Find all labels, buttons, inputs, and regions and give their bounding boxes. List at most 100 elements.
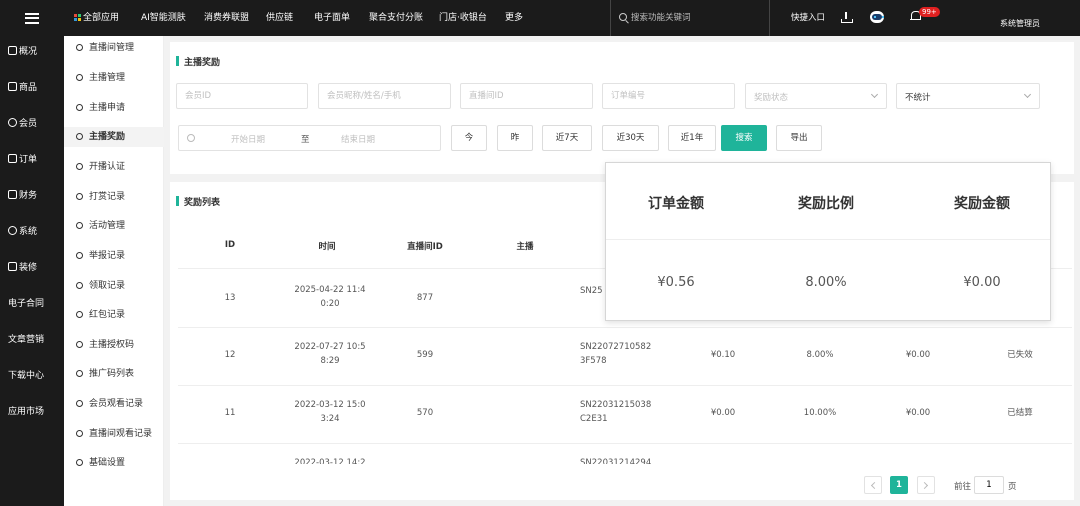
cell-status: 已失效 <box>1007 350 1033 360</box>
cell-room-id: 877 <box>416 293 434 303</box>
top-bar: 全部应用 AI智能测肤 消费券联盟 供应链 电子面单 聚合支付分账 门店·收银台… <box>0 0 1080 36</box>
table-row: 2022-03-12 14:2 SN22031214294 <box>170 452 1074 464</box>
sidebar-item-orders[interactable]: 订单 <box>0 150 64 170</box>
submenu-item[interactable]: 主播管理 <box>64 68 164 88</box>
cell-order-no: SN22031215038 C2E31 <box>580 400 652 424</box>
nav-ai-skin[interactable]: AI智能测肤 <box>141 0 186 36</box>
submenu-item[interactable]: 举报记录 <box>64 246 164 266</box>
circle-icon <box>76 222 83 229</box>
circle-icon <box>76 400 83 407</box>
column-header-time: 时间 <box>318 242 336 252</box>
nav-more[interactable]: 更多 <box>505 0 523 36</box>
member-name-field[interactable] <box>318 83 451 109</box>
sidebar-item-e-contract[interactable]: 电子合同 <box>0 294 64 314</box>
stat-value-reward-ratio: 8.00% <box>805 275 847 290</box>
goto-page-field[interactable] <box>974 476 1004 494</box>
clock-icon <box>187 134 195 142</box>
brush-icon <box>8 262 17 271</box>
cell-time: 2022-03-12 14:2 <box>294 458 366 464</box>
sidebar-item-system[interactable]: 系统 <box>0 222 64 242</box>
submenu-item[interactable]: 活动管理 <box>64 216 164 236</box>
circle-icon <box>76 44 83 51</box>
circle-icon <box>76 74 83 81</box>
last-30-days-button[interactable]: 近30天 <box>602 125 659 151</box>
goto-page-input[interactable] <box>975 477 1003 493</box>
stat-value-order-amount: ¥0.56 <box>657 275 695 290</box>
submenu-item[interactable]: 基础设置 <box>64 453 164 473</box>
stat-select[interactable]: 不统计 <box>896 83 1040 109</box>
cell-order-no: SN22031214294 <box>580 458 652 464</box>
date-range-picker[interactable]: 开始日期 至 结束日期 <box>178 125 441 151</box>
sidebar-item-article-marketing[interactable]: 文章营销 <box>0 330 64 350</box>
export-button[interactable]: 导出 <box>776 125 822 151</box>
sidebar-item-overview[interactable]: 概况 <box>0 42 64 62</box>
start-date-placeholder: 开始日期 <box>231 135 266 145</box>
submenu-item[interactable]: 主播申请 <box>64 98 164 118</box>
sidebar-item-download-center[interactable]: 下载中心 <box>0 366 64 386</box>
stats-popup: 订单金额 奖励比例 奖励金额 ¥0.56 8.00% ¥0.00 <box>605 162 1051 321</box>
current-page[interactable]: 1 <box>890 476 908 494</box>
submenu-item[interactable]: 红包记录 <box>64 305 164 325</box>
nav-store-cashier[interactable]: 门店·收银台 <box>439 0 487 36</box>
popup-divider <box>606 239 1050 240</box>
circle-icon <box>76 252 83 259</box>
sidebar-item-decorate[interactable]: 装修 <box>0 258 64 278</box>
member-id-field[interactable] <box>176 83 308 109</box>
cell-time: 2022-03-12 15:0 3:24 <box>294 400 366 424</box>
goto-label: 前往 <box>954 482 972 492</box>
search-input[interactable] <box>631 10 761 26</box>
submenu-item[interactable]: 打赏记录 <box>64 187 164 207</box>
sidebar-item-members[interactable]: 会员 <box>0 114 64 134</box>
sidebar-item-goods[interactable]: 商品 <box>0 78 64 98</box>
cell-status: 已结算 <box>1007 408 1033 418</box>
prev-page-button[interactable] <box>864 476 882 494</box>
download-icon[interactable] <box>841 12 853 23</box>
sidebar-item-app-market[interactable]: 应用市场 <box>0 402 64 422</box>
submenu-item[interactable]: 直播间管理 <box>64 38 164 58</box>
today-button[interactable]: 今 <box>451 125 487 151</box>
quick-entry-link[interactable]: 快捷入口 <box>791 0 825 36</box>
page-suffix: 页 <box>1008 482 1017 492</box>
nav-e-waybill[interactable]: 电子面单 <box>314 0 350 36</box>
submenu-item[interactable]: 主播授权码 <box>64 335 164 355</box>
submenu-item-active[interactable]: 主播奖励 <box>64 127 164 147</box>
order-no-field[interactable] <box>602 83 735 109</box>
reward-status-placeholder: 奖励状态 <box>754 93 789 103</box>
robot-icon[interactable] <box>870 11 884 23</box>
user-role[interactable]: 系统管理员 <box>1000 18 1040 29</box>
submenu-item[interactable]: 直播间观看记录 <box>64 424 164 444</box>
chevron-down-icon <box>870 90 879 99</box>
reward-status-select[interactable]: 奖励状态 <box>745 83 887 109</box>
submenu-item[interactable]: 会员观看记录 <box>64 394 164 414</box>
nav-all-apps[interactable]: 全部应用 <box>74 0 119 36</box>
dashboard-icon <box>8 46 17 55</box>
circle-icon <box>76 430 83 437</box>
cell-id: 11 <box>224 408 236 418</box>
nav-coupon-alliance[interactable]: 消费券联盟 <box>204 0 249 36</box>
member-id-input[interactable] <box>177 84 307 108</box>
user-icon <box>8 118 17 127</box>
last-1-year-button[interactable]: 近1年 <box>668 125 716 151</box>
chevron-left-icon <box>870 481 879 490</box>
submenu-item[interactable]: 推广码列表 <box>64 364 164 384</box>
sidebar-item-finance[interactable]: 财务 <box>0 186 64 206</box>
cell-reward-amount: ¥0.00 <box>905 350 931 360</box>
member-name-input[interactable] <box>319 84 450 108</box>
order-no-input[interactable] <box>603 84 734 108</box>
nav-payment-split[interactable]: 聚合支付分账 <box>369 0 423 36</box>
submenu-item[interactable]: 领取记录 <box>64 276 164 296</box>
search-button[interactable]: 搜索 <box>721 125 767 151</box>
room-id-field[interactable] <box>460 83 593 109</box>
yesterday-button[interactable]: 昨 <box>497 125 533 151</box>
list-title: 奖励列表 <box>176 195 220 208</box>
gear-icon <box>8 226 17 235</box>
submenu-item[interactable]: 开播认证 <box>64 157 164 177</box>
next-page-button[interactable] <box>917 476 935 494</box>
column-header-room-id: 直播间ID <box>407 242 443 252</box>
menu-icon[interactable] <box>0 0 64 36</box>
room-id-input[interactable] <box>461 84 592 108</box>
circle-icon <box>76 193 83 200</box>
circle-icon <box>76 311 83 318</box>
last-7-days-button[interactable]: 近7天 <box>542 125 592 151</box>
nav-supply-chain[interactable]: 供应链 <box>266 0 293 36</box>
